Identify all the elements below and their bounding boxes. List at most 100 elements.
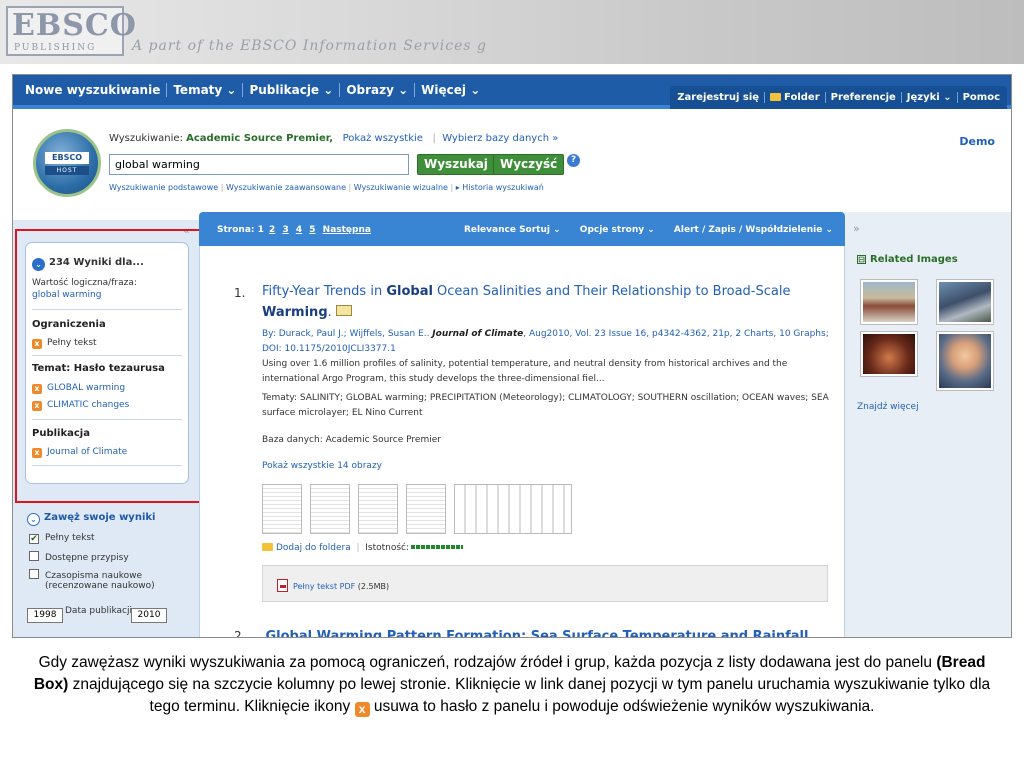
sort-dropdown[interactable]: Relevance Sortuj ⌄ xyxy=(464,225,561,235)
folder-link[interactable]: Folder xyxy=(765,92,826,103)
ebscohost-logo-top: EBSCO xyxy=(45,152,89,164)
peer-reviewed-label: Czasopisma naukowe xyxy=(45,571,142,581)
show-images-link[interactable]: Pokaż wszystkie 14 obrazy xyxy=(262,459,832,474)
title-highlight[interactable]: Warming xyxy=(262,305,328,320)
result-actions: Dodaj do foldera | Istotność: xyxy=(262,543,464,553)
pdf-icon[interactable] xyxy=(277,579,288,592)
related-image[interactable] xyxy=(861,280,917,324)
clear-button[interactable]: Wyczyść xyxy=(493,154,565,175)
peer-reviewed-checkbox[interactable]: Czasopisma naukowe xyxy=(29,569,142,581)
fulltext-checkbox-label: Pełny tekst xyxy=(45,533,95,543)
page-options-dropdown[interactable]: Opcje strony ⌄ xyxy=(580,225,655,235)
year-from-input[interactable]: 1998 xyxy=(27,608,63,623)
checkbox[interactable] xyxy=(29,551,39,561)
narrow-results-label: Zawęż swoje wyniki xyxy=(44,512,156,523)
fulltext-checkbox[interactable]: ✔ Pełny tekst xyxy=(29,533,95,544)
pdf-size: (2.5MB) xyxy=(355,582,390,591)
relevance-bar xyxy=(411,545,464,549)
results-options: Relevance Sortuj ⌄ Opcje strony ⌄ Alert … xyxy=(448,225,833,235)
related-image[interactable] xyxy=(937,280,993,324)
nav-new-search[interactable]: Nowe wyszukiwanie xyxy=(19,83,168,97)
result-number: 1. xyxy=(234,286,246,300)
nav-images[interactable]: Obrazy ⌄ xyxy=(340,83,416,97)
references-checkbox[interactable]: Dostępne przypisy xyxy=(29,551,129,563)
banner-tagline: A part of the EBSCO Information Services… xyxy=(132,38,487,54)
folder-icon xyxy=(262,543,273,551)
search-history-link[interactable]: ▸ Historia wyszukiwań xyxy=(456,183,544,192)
journal-name[interactable]: Journal of Climate xyxy=(432,329,523,339)
choose-databases-link[interactable]: Wybierz bazy danych » xyxy=(442,133,558,144)
search-modes: Wyszukiwanie podstawowe | Wyszukiwanie z… xyxy=(109,183,544,192)
figure-thumbnail[interactable] xyxy=(406,484,446,534)
page-link[interactable]: 5 xyxy=(309,225,315,235)
peer-reviewed-sublabel: (recenzowane naukowo) xyxy=(45,581,155,591)
title-highlight[interactable]: Global xyxy=(386,284,433,299)
expand-circle-icon[interactable]: ⌄ xyxy=(27,513,40,526)
help-icon[interactable]: ? xyxy=(567,154,580,167)
page-link[interactable]: 3 xyxy=(282,225,288,235)
narrow-results-heading[interactable]: ⌄ Zawęż swoje wyniki xyxy=(27,512,155,526)
expand-right-icon[interactable]: » xyxy=(853,222,860,235)
preview-icon[interactable] xyxy=(335,305,352,316)
database-name: Academic Source Premier, xyxy=(186,133,334,144)
help-link[interactable]: Pomoc xyxy=(958,92,1005,103)
logo-main-text: EBSCO xyxy=(12,8,137,43)
publication-date-label: Data publikacji xyxy=(65,606,132,616)
related-images-heading: ⊟ Related Images xyxy=(857,254,958,265)
pages-label: Strona: xyxy=(217,225,255,235)
nav-menu: Nowe wyszukiwanie Tematy ⌄ Publikacje ⌄ … xyxy=(19,83,486,97)
basic-search-link[interactable]: Wyszukiwanie podstawowe xyxy=(109,183,218,192)
search-input[interactable]: global warming xyxy=(109,154,409,175)
slide-caption: Gdy zawężasz wyniki wyszukiwania za pomo… xyxy=(30,652,994,718)
result-abstract: Using over 1.6 million profiles of salin… xyxy=(262,359,788,384)
relevance-label: Istotność: xyxy=(365,543,410,553)
pagination: Strona: 1 2 3 4 5 Następna xyxy=(217,225,373,235)
result-2-title-link[interactable]: Global Warming Pattern Formation: Sea Su… xyxy=(265,629,808,637)
authors-text[interactable]: By: Durack, Paul J.; Wijffels, Susan E.. xyxy=(262,329,432,339)
checkbox[interactable] xyxy=(29,569,39,579)
result-title-link[interactable]: Fifty-Year Trends in Global Ocean Salini… xyxy=(262,281,822,323)
page-link[interactable]: 4 xyxy=(296,225,302,235)
languages-link[interactable]: Języki ⌄ xyxy=(902,92,958,103)
bread-box-highlight xyxy=(15,229,203,503)
related-image[interactable] xyxy=(937,332,993,390)
preferences-link[interactable]: Preferencje xyxy=(826,92,902,103)
caption-part: usuwa to hasło z panelu i powoduje odświ… xyxy=(369,698,875,715)
nav-subjects[interactable]: Tematy ⌄ xyxy=(167,83,244,97)
pdf-fulltext-link[interactable]: Pełny tekst PDF xyxy=(293,582,355,591)
next-page-link[interactable]: Następna xyxy=(323,225,371,235)
results-panel: Strona: 1 2 3 4 5 Następna Relevance Sor… xyxy=(199,212,845,637)
results-list: 1. Fifty-Year Trends in Global Ocean Sal… xyxy=(199,246,845,637)
result-subjects: Tematy: SALINITY; GLOBAL warming; PRECIP… xyxy=(262,393,829,418)
nav-more[interactable]: Więcej ⌄ xyxy=(415,83,486,97)
page-link[interactable]: 2 xyxy=(269,225,275,235)
table-thumbnail[interactable] xyxy=(454,484,572,534)
fulltext-bar: Pełny tekst PDF (2.5MB) xyxy=(262,565,828,602)
nav-publications[interactable]: Publikacje ⌄ xyxy=(243,83,341,97)
title-part[interactable]: Ocean Salinities and Their Relationship … xyxy=(433,284,790,299)
nav-toolbar: Zarejestruj się Folder Preferencje Język… xyxy=(670,86,1007,109)
top-banner: EBSCO PUBLISHING A part of the EBSCO Inf… xyxy=(0,0,1024,64)
register-link[interactable]: Zarejestruj się xyxy=(672,92,766,103)
checkbox-checked[interactable]: ✔ xyxy=(29,534,39,544)
references-checkbox-label: Dostępne przypisy xyxy=(45,553,129,563)
find-more-link[interactable]: Znajdź więcej xyxy=(857,402,919,412)
add-to-folder-link[interactable]: Dodaj do foldera xyxy=(276,543,351,553)
visual-search-link[interactable]: Wyszukiwanie wizualne xyxy=(354,183,448,192)
title-part[interactable]: Fifty-Year Trends in xyxy=(262,284,386,299)
search-button[interactable]: Wyszukaj xyxy=(417,154,495,175)
related-images-label: Related Images xyxy=(870,254,958,265)
folder-label: Folder xyxy=(784,92,820,103)
advanced-search-link[interactable]: Wyszukiwanie zaawansowane xyxy=(226,183,346,192)
figure-thumbnail[interactable] xyxy=(358,484,398,534)
show-all-link[interactable]: Pokaż wszystkie xyxy=(343,133,423,144)
result-database: Baza danych: Academic Source Premier xyxy=(262,435,441,445)
related-image[interactable] xyxy=(861,332,917,376)
figure-thumbnail[interactable] xyxy=(262,484,302,534)
year-to-input[interactable]: 2010 xyxy=(131,608,167,623)
app-window: Nowe wyszukiwanie Tematy ⌄ Publikacje ⌄ … xyxy=(12,74,1012,638)
alert-share-dropdown[interactable]: Alert / Zapis / Współdzielenie ⌄ xyxy=(674,225,833,235)
page-current: 1 xyxy=(257,225,264,235)
figure-thumbnail[interactable] xyxy=(310,484,350,534)
collapse-square-icon[interactable]: ⊟ xyxy=(857,255,866,264)
